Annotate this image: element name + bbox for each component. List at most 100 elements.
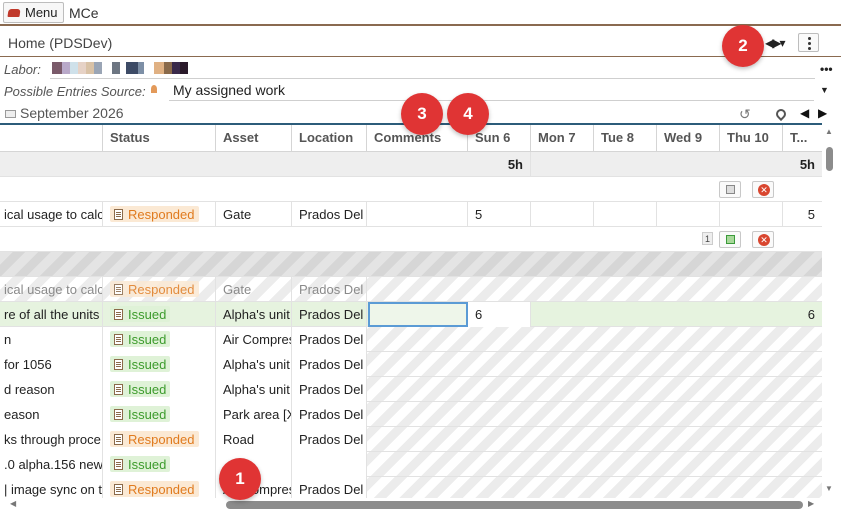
row-sun6[interactable]: 6 [468, 302, 531, 327]
document-icon [114, 458, 123, 470]
row-location: Prados Del [292, 427, 367, 452]
col-tue8[interactable]: Tue 8 [594, 125, 657, 152]
horizontal-scrollbar[interactable] [0, 498, 822, 512]
scroll-left-icon[interactable]: ◀ [10, 499, 16, 508]
row-status: Responded [103, 277, 216, 302]
app-name: MCe [69, 5, 99, 21]
scroll-right-icon[interactable]: ▶ [808, 499, 814, 508]
labor-redacted-block [52, 62, 62, 74]
row-description: eason [0, 402, 103, 427]
col-wed9[interactable]: Wed 9 [657, 125, 720, 152]
table-row[interactable]: | image sync on t Responded Air Compres … [0, 477, 822, 498]
labor-redacted-block [144, 62, 154, 74]
vertical-scrollbar[interactable] [822, 145, 836, 497]
nav-arrows-icon[interactable]: ◀▶▾ [765, 36, 786, 50]
comments-cell-selected[interactable] [368, 302, 468, 327]
location-pin-icon[interactable] [773, 106, 789, 122]
status-badge: Responded [110, 431, 199, 447]
labor-field-line [50, 78, 815, 79]
table-row[interactable]: for 1056 Issued Alpha's unit Prados Del [0, 352, 822, 377]
labor-label: Labor: [4, 62, 41, 77]
row-asset: Alpha's unit [216, 352, 292, 377]
row-location: Prados Del [292, 302, 367, 327]
row-asset: Park area [X [216, 402, 292, 427]
table-row[interactable]: re of all the units Issued Alpha's unit … [0, 302, 822, 327]
scroll-up-icon[interactable]: ▲ [825, 127, 833, 136]
row-description: re of all the units [0, 302, 103, 327]
scroll-down-icon[interactable]: ▼ [825, 484, 833, 493]
labor-redacted-block [102, 62, 112, 74]
menu-label: Menu [25, 5, 58, 20]
table-row[interactable]: d reason Issued Alpha's unit Prados Del [0, 377, 822, 402]
table-row[interactable]: eason Issued Park area [X Prados Del [0, 402, 822, 427]
table-row[interactable]: .0 alpha.156 new Issued [0, 452, 822, 477]
menu-button[interactable]: Menu [3, 2, 64, 23]
col-thu10[interactable]: Thu 10 [720, 125, 783, 152]
vertical-scroll-thumb[interactable] [826, 147, 833, 171]
row-description: ical usage to calc [0, 202, 103, 227]
document-icon [114, 383, 123, 395]
row-location: Prados Del [292, 377, 367, 402]
cancel-button[interactable]: ✕ [752, 231, 774, 248]
document-icon [114, 333, 123, 345]
row-asset: Gate [216, 202, 292, 227]
labor-more-icon[interactable]: ••• [820, 62, 833, 76]
status-badge: Issued [110, 331, 171, 347]
labor-redacted-block [164, 62, 172, 74]
save-icon [726, 185, 735, 194]
total-last: 5h [799, 157, 815, 172]
source-select[interactable]: My assigned work [169, 81, 814, 101]
col-description [0, 125, 103, 152]
callout-marker-1: 1 [219, 458, 261, 500]
row-sun6[interactable]: 5 [468, 202, 531, 227]
save-button[interactable] [719, 181, 741, 198]
table-row[interactable]: n Issued Air Compres Prados Del [0, 327, 822, 352]
horizontal-scroll-thumb[interactable] [226, 501, 803, 509]
row-comments[interactable] [367, 202, 468, 227]
totals-row: 5h 5h [0, 152, 822, 177]
col-mon7[interactable]: Mon 7 [531, 125, 594, 152]
labor-redacted-block [78, 62, 86, 74]
col-location[interactable]: Location [292, 125, 367, 152]
row-last[interactable]: 6 [783, 302, 822, 327]
pending-count-badge: 1 [702, 232, 713, 245]
refresh-icon[interactable]: ↺ [739, 106, 751, 123]
row-wed9[interactable] [657, 202, 720, 227]
col-more[interactable]: T... [783, 125, 822, 152]
more-vertical-icon [808, 37, 811, 40]
row-status: Issued [103, 327, 216, 352]
prev-arrow-icon[interactable]: ◀ [800, 106, 809, 120]
row-thu10[interactable] [720, 202, 783, 227]
month-label[interactable]: September 2026 [20, 105, 124, 121]
row-location: Prados Del [292, 402, 367, 427]
status-badge: Issued [110, 306, 171, 322]
more-options-button[interactable] [798, 33, 819, 52]
labor-redacted-block [62, 62, 70, 74]
status-badge: Issued [110, 356, 171, 372]
document-icon [114, 483, 123, 495]
table-row[interactable]: ical usage to calc Responded Gate Prados… [0, 277, 822, 302]
cancel-button[interactable]: ✕ [752, 181, 774, 198]
document-icon [114, 358, 123, 370]
status-badge: Responded [110, 206, 199, 222]
col-asset[interactable]: Asset [216, 125, 292, 152]
row-last[interactable]: 5 [783, 202, 822, 227]
save-icon [726, 235, 735, 244]
document-icon [114, 283, 123, 295]
labor-value[interactable] [52, 62, 188, 74]
row-tue8[interactable] [594, 202, 657, 227]
page-title: Home (PDSDev) [8, 35, 113, 51]
row-location: Prados Del [292, 352, 367, 377]
document-icon [114, 208, 123, 220]
table-row[interactable]: ks through proce Responded Road Prados D… [0, 427, 822, 452]
row-status: Issued [103, 452, 216, 477]
chevron-down-icon[interactable]: ▼ [820, 85, 829, 95]
table-row[interactable]: ical usage to calc Responded Gate Prados… [0, 202, 822, 227]
labor-redacted-block [86, 62, 94, 74]
col-status[interactable]: Status [103, 125, 216, 152]
next-arrow-icon[interactable]: ▶ [818, 106, 827, 120]
row-mon7[interactable] [531, 202, 594, 227]
row-location: Prados Del [292, 327, 367, 352]
row-status: Issued [103, 352, 216, 377]
save-button[interactable] [719, 231, 741, 248]
